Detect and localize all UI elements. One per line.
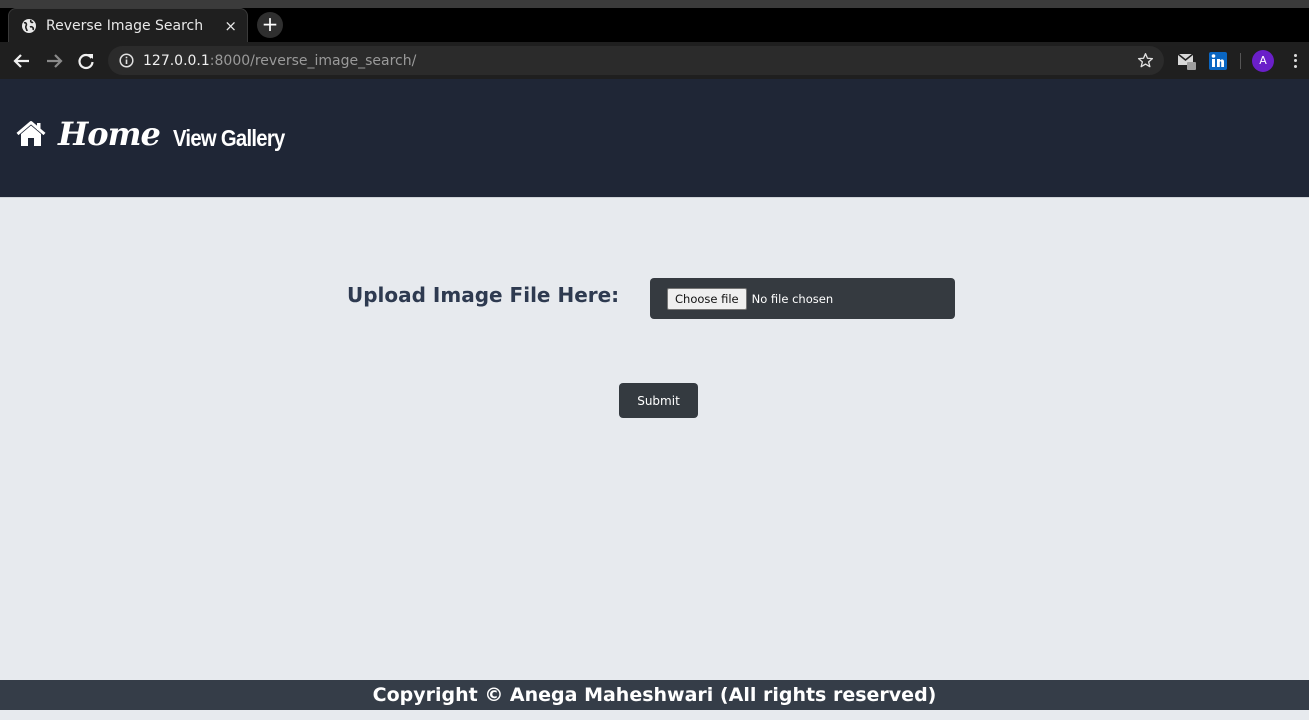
globe-icon [22,18,36,33]
url-host: 127.0.0.1 [143,52,210,69]
tab-title: Reverse Image Search [46,17,204,34]
page-content: Home View Gallery Upload Image File Here… [0,79,1309,720]
profile-avatar[interactable]: A [1252,50,1274,72]
info-icon[interactable] [119,53,134,68]
browser-toolbar: 127.0.0.1:8000/reverse_image_search/ A [0,42,1309,79]
submit-button[interactable]: Submit [619,383,698,418]
home-icon [16,121,46,146]
home-label: Home [58,115,161,153]
choose-file-button[interactable]: Choose file [667,287,747,310]
file-status-text: No file chosen [751,291,834,306]
close-icon[interactable]: × [224,17,237,35]
menu-icon[interactable] [1290,52,1300,70]
home-link[interactable]: Home [16,115,161,153]
star-icon[interactable] [1137,52,1154,69]
window-top-strip [0,0,1309,8]
page-bottom [0,710,1309,720]
back-icon[interactable] [11,50,33,72]
toolbar-divider [1240,53,1241,69]
upload-label: Upload Image File Here: [347,283,620,307]
view-gallery-link[interactable]: View Gallery [173,125,285,152]
address-bar[interactable]: 127.0.0.1:8000/reverse_image_search/ [108,46,1164,75]
browser-tab[interactable]: Reverse Image Search × [8,8,248,42]
new-tab-button[interactable]: + [257,12,283,38]
linkedin-icon[interactable] [1208,51,1228,71]
url-path: :8000/reverse_image_search/ [209,52,417,69]
forward-icon[interactable] [43,50,65,72]
footer: Copyright © Anega Maheshwari (All rights… [0,680,1309,710]
tab-bar: Reverse Image Search × + [0,8,1309,42]
mail-extension-icon[interactable] [1177,51,1197,71]
file-input[interactable]: Choose file No file chosen [650,278,955,319]
site-navbar: Home View Gallery [0,79,1309,198]
url-text: 127.0.0.1:8000/reverse_image_search/ [143,53,416,69]
reload-icon[interactable] [75,50,97,72]
